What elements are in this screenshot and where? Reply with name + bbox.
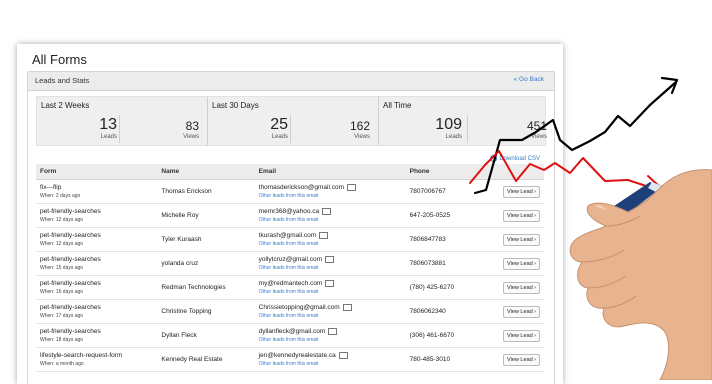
black-trend-line: [473, 80, 678, 195]
hand-with-marker-illustration: [569, 169, 712, 380]
black-arrowhead: [660, 76, 679, 95]
trend-illustration: [469, 76, 712, 380]
red-trend-line: [469, 150, 653, 189]
